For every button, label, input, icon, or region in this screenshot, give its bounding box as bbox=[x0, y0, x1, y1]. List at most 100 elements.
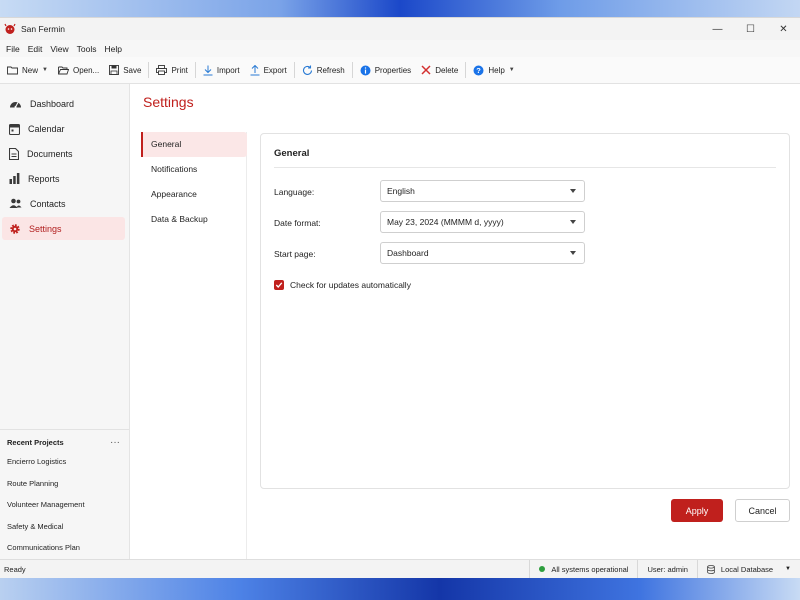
chevron-down-icon bbox=[570, 251, 576, 255]
folder-icon bbox=[7, 66, 18, 75]
menu-view[interactable]: View bbox=[46, 44, 72, 54]
delete-x-icon bbox=[421, 65, 431, 75]
apply-button[interactable]: Apply bbox=[671, 499, 723, 522]
sidebar-item-reports[interactable]: Reports bbox=[2, 167, 125, 190]
checkmark-icon bbox=[275, 282, 283, 288]
properties-label: Properties bbox=[374, 65, 412, 75]
panel-title: General bbox=[274, 148, 310, 159]
chevron-down-icon bbox=[570, 220, 576, 224]
delete-button[interactable]: Delete bbox=[416, 59, 463, 81]
subnav-appearance[interactable]: Appearance bbox=[141, 182, 247, 207]
export-label: Export bbox=[263, 65, 287, 75]
svg-text:?: ? bbox=[477, 66, 482, 75]
sidebar-item-documents[interactable]: Documents bbox=[2, 142, 125, 165]
minimize-button[interactable]: — bbox=[701, 18, 734, 40]
auto-update-label: Check for updates automatically bbox=[290, 280, 411, 290]
refresh-button[interactable]: Refresh bbox=[297, 59, 350, 81]
open-button[interactable]: Open... bbox=[53, 59, 104, 81]
sidebar-item-label: Reports bbox=[28, 173, 60, 184]
general-settings-panel: General Language: English Date format: M… bbox=[260, 133, 790, 489]
save-icon bbox=[109, 65, 120, 75]
recent-project-item[interactable]: Safety & Medical bbox=[0, 516, 129, 538]
auto-update-option: Check for updates automatically bbox=[274, 280, 411, 290]
print-label: Print bbox=[171, 65, 188, 75]
menu-bar: File Edit View Tools Help bbox=[0, 40, 800, 57]
sidebar-item-dashboard[interactable]: Dashboard bbox=[2, 92, 125, 115]
sidebar-item-label: Dashboard bbox=[30, 98, 75, 109]
start-page-value: Dashboard bbox=[387, 248, 429, 258]
menu-file[interactable]: File bbox=[2, 44, 24, 54]
subnav-general[interactable]: General bbox=[141, 132, 247, 157]
export-button[interactable]: Export bbox=[245, 59, 292, 81]
panel-divider bbox=[274, 167, 776, 168]
sidebar-item-calendar[interactable]: Calendar bbox=[2, 117, 125, 140]
recent-project-item[interactable]: Encierro Logistics bbox=[0, 451, 129, 473]
recent-project-item[interactable]: Route Planning bbox=[0, 473, 129, 495]
help-button[interactable]: ? Help ▼ bbox=[468, 59, 519, 81]
recent-project-item[interactable]: Communications Plan bbox=[0, 537, 129, 559]
auto-update-checkbox[interactable] bbox=[274, 280, 284, 290]
import-button[interactable]: Import bbox=[198, 59, 245, 81]
sidebar-item-settings[interactable]: Settings bbox=[2, 217, 125, 240]
print-button[interactable]: Print bbox=[151, 59, 192, 81]
settings-content: Settings General Notifications Appearanc… bbox=[130, 84, 800, 559]
app-logo-icon bbox=[4, 23, 16, 35]
status-dot-icon bbox=[539, 566, 546, 572]
database-status[interactable]: Local Database ▼ bbox=[696, 559, 800, 579]
database-icon bbox=[707, 564, 715, 574]
start-page-select[interactable]: Dashboard bbox=[380, 242, 585, 264]
subnav-notifications[interactable]: Notifications bbox=[141, 157, 247, 182]
desktop-wallpaper-bottom bbox=[0, 578, 800, 600]
recent-projects-title: Recent Projects bbox=[7, 437, 64, 447]
import-icon bbox=[203, 65, 213, 75]
language-value: English bbox=[387, 186, 415, 196]
status-text: Ready bbox=[4, 564, 26, 574]
language-select[interactable]: English bbox=[380, 180, 585, 202]
recent-projects-header: Recent Projects ··· bbox=[0, 433, 129, 451]
menu-help[interactable]: Help bbox=[100, 44, 125, 54]
people-icon bbox=[9, 198, 22, 208]
sidebar-item-label: Contacts bbox=[30, 198, 66, 209]
recent-project-item[interactable]: Volunteer Management bbox=[0, 494, 129, 516]
subnav-data-backup[interactable]: Data & Backup bbox=[141, 207, 247, 232]
date-format-value: May 23, 2024 (MMMM d, yyyy) bbox=[387, 217, 504, 227]
toolbar-divider bbox=[465, 62, 467, 78]
chevron-down-icon bbox=[570, 189, 576, 193]
printer-icon bbox=[156, 65, 168, 75]
menu-tools[interactable]: Tools bbox=[73, 44, 101, 54]
status-bar: Ready All systems operational User: admi… bbox=[0, 559, 800, 579]
menu-edit[interactable]: Edit bbox=[24, 44, 47, 54]
save-label: Save bbox=[123, 65, 142, 75]
window-title: San Fermin bbox=[21, 24, 65, 34]
refresh-icon bbox=[302, 65, 312, 75]
cancel-button[interactable]: Cancel bbox=[735, 499, 790, 522]
sidebar: Dashboard Calendar Documents Reports Con… bbox=[0, 84, 130, 559]
save-button[interactable]: Save bbox=[104, 59, 146, 81]
maximize-button[interactable]: ☐ bbox=[734, 18, 767, 40]
systems-status-text: All systems operational bbox=[551, 564, 629, 574]
info-icon bbox=[360, 65, 371, 75]
toolbar-divider bbox=[293, 62, 295, 78]
sidebar-item-contacts[interactable]: Contacts bbox=[2, 192, 125, 215]
sidebar-item-label: Calendar bbox=[28, 123, 65, 134]
new-button[interactable]: New ▼ bbox=[2, 59, 53, 81]
import-label: Import bbox=[216, 65, 240, 75]
close-button[interactable]: ✕ bbox=[767, 18, 800, 40]
open-label: Open... bbox=[72, 65, 100, 75]
properties-button[interactable]: Properties bbox=[355, 59, 416, 81]
user-status-text: User: admin bbox=[647, 564, 688, 574]
calendar-icon bbox=[9, 123, 20, 135]
gear-icon bbox=[10, 223, 20, 234]
date-format-label: Date format: bbox=[274, 218, 321, 228]
new-label: New bbox=[22, 65, 39, 75]
main-area: Dashboard Calendar Documents Reports Con… bbox=[0, 84, 800, 559]
date-format-select[interactable]: May 23, 2024 (MMMM d, yyyy) bbox=[380, 211, 585, 233]
export-icon bbox=[250, 64, 260, 75]
desktop-wallpaper-top bbox=[0, 0, 800, 17]
page-title: Settings bbox=[143, 94, 194, 110]
recent-projects: Recent Projects ··· Encierro Logistics R… bbox=[0, 429, 129, 559]
dashboard-icon bbox=[10, 102, 21, 108]
more-options-icon[interactable]: ··· bbox=[110, 437, 120, 448]
bar-chart-icon bbox=[9, 173, 20, 184]
user-status: User: admin bbox=[637, 559, 696, 579]
